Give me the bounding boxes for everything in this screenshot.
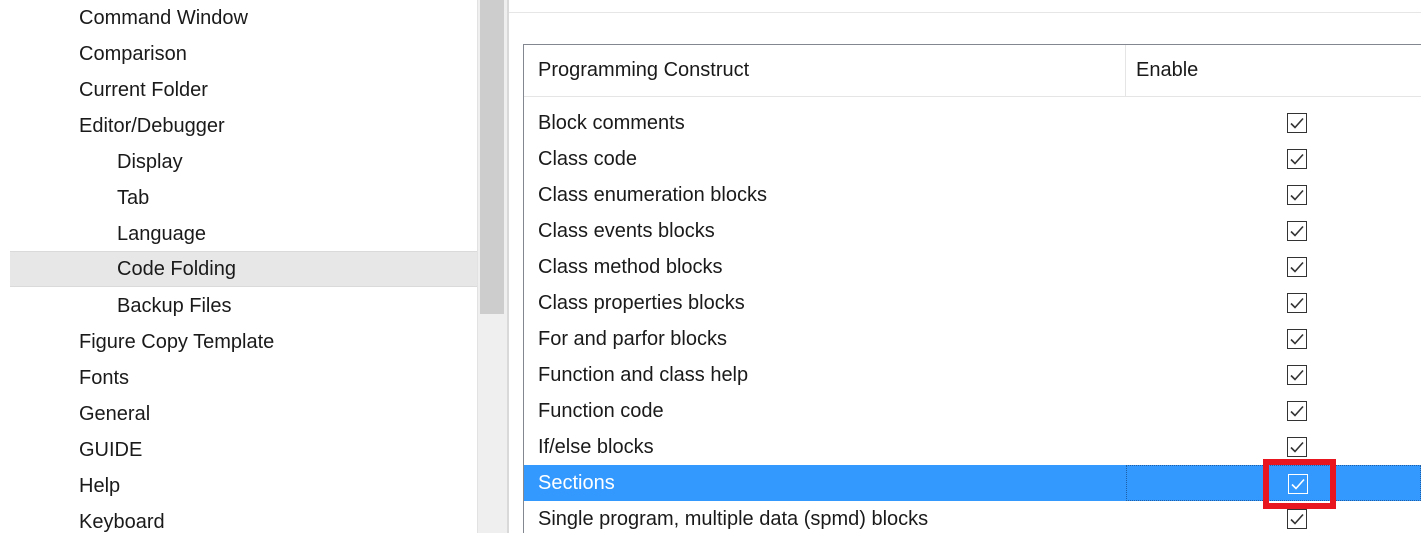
tree-item-language[interactable]: Language bbox=[10, 216, 477, 252]
table-row[interactable]: Class method blocks bbox=[524, 249, 1421, 285]
enable-checkbox[interactable] bbox=[1287, 293, 1307, 313]
checkmark-icon bbox=[1290, 441, 1304, 453]
checkmark-icon bbox=[1290, 405, 1304, 417]
construct-label: Block comments bbox=[538, 112, 685, 134]
enable-cell bbox=[1126, 213, 1421, 249]
enable-checkbox[interactable] bbox=[1287, 509, 1307, 529]
enable-cell bbox=[1126, 465, 1421, 501]
table-row[interactable]: If/else blocks bbox=[524, 429, 1421, 465]
preferences-tree: Command Window Comparison Current Folder… bbox=[0, 0, 477, 533]
enable-cell bbox=[1126, 177, 1421, 213]
table-row-selected[interactable]: Sections bbox=[524, 465, 1421, 501]
tree-scrollbar[interactable] bbox=[477, 0, 507, 533]
tree-item-general[interactable]: General bbox=[10, 396, 477, 432]
enable-checkbox[interactable] bbox=[1287, 221, 1307, 241]
tree-item-help[interactable]: Help bbox=[10, 468, 477, 504]
column-header-programming-construct[interactable]: Programming Construct bbox=[524, 45, 1126, 96]
enable-checkbox[interactable] bbox=[1287, 365, 1307, 385]
table-row[interactable]: Single program, multiple data (spmd) blo… bbox=[524, 501, 1421, 533]
enable-cell bbox=[1126, 429, 1421, 465]
construct-label: Class enumeration blocks bbox=[538, 184, 767, 206]
enable-cell bbox=[1126, 105, 1421, 141]
panel-top-strip bbox=[509, 0, 1421, 13]
enable-cell bbox=[1126, 357, 1421, 393]
enable-checkbox[interactable] bbox=[1287, 185, 1307, 205]
table-row[interactable]: Class properties blocks bbox=[524, 285, 1421, 321]
table-row[interactable]: Function code bbox=[524, 393, 1421, 429]
table-row[interactable]: Class code bbox=[524, 141, 1421, 177]
table-row[interactable]: Class events blocks bbox=[524, 213, 1421, 249]
enable-cell bbox=[1126, 321, 1421, 357]
checkmark-icon bbox=[1290, 297, 1304, 309]
table-row[interactable]: Class enumeration blocks bbox=[524, 177, 1421, 213]
enable-checkbox[interactable] bbox=[1287, 113, 1307, 133]
enable-checkbox[interactable] bbox=[1288, 474, 1308, 494]
enable-cell bbox=[1126, 501, 1421, 533]
construct-label: Class properties blocks bbox=[538, 292, 745, 314]
checkmark-icon bbox=[1290, 369, 1304, 381]
construct-label: Sections bbox=[538, 472, 615, 494]
tree-item-guide[interactable]: GUIDE bbox=[10, 432, 477, 468]
tree-item-display[interactable]: Display bbox=[10, 144, 477, 180]
tree-item-keyboard[interactable]: Keyboard bbox=[10, 504, 477, 533]
tree-item-editor-debugger[interactable]: Editor/Debugger bbox=[10, 108, 477, 144]
construct-label: Class method blocks bbox=[538, 256, 723, 278]
tree-item-code-folding[interactable]: Code Folding bbox=[10, 251, 477, 287]
enable-cell bbox=[1126, 285, 1421, 321]
enable-checkbox[interactable] bbox=[1287, 401, 1307, 421]
checkmark-icon bbox=[1290, 117, 1304, 129]
construct-label: If/else blocks bbox=[538, 436, 654, 458]
tree-item-command-window[interactable]: Command Window bbox=[10, 0, 477, 36]
table-row[interactable]: Function and class help bbox=[524, 357, 1421, 393]
enable-cell bbox=[1126, 249, 1421, 285]
checkmark-icon bbox=[1290, 261, 1304, 273]
tree-scrollbar-thumb[interactable] bbox=[480, 0, 504, 314]
construct-label: Single program, multiple data (spmd) blo… bbox=[538, 508, 929, 530]
enable-cell bbox=[1126, 393, 1421, 429]
checkmark-icon bbox=[1290, 225, 1304, 237]
construct-label: Function and class help bbox=[538, 364, 749, 386]
enable-checkbox[interactable] bbox=[1287, 149, 1307, 169]
construct-label: For and parfor blocks bbox=[538, 328, 727, 350]
code-folding-table: Programming Construct Enable Block comme… bbox=[523, 44, 1421, 533]
column-header-enable[interactable]: Enable bbox=[1126, 45, 1421, 96]
table-row[interactable]: Block comments bbox=[524, 105, 1421, 141]
enable-checkbox[interactable] bbox=[1287, 329, 1307, 349]
tree-item-fonts[interactable]: Fonts bbox=[10, 360, 477, 396]
tree-item-comparison[interactable]: Comparison bbox=[10, 36, 477, 72]
code-folding-panel: Programming Construct Enable Block comme… bbox=[509, 0, 1421, 533]
enable-checkbox[interactable] bbox=[1287, 257, 1307, 277]
enable-checkbox[interactable] bbox=[1287, 437, 1307, 457]
tree-item-current-folder[interactable]: Current Folder bbox=[10, 72, 477, 108]
construct-label: Function code bbox=[538, 400, 664, 422]
enable-cell bbox=[1126, 141, 1421, 177]
tree-item-tab[interactable]: Tab bbox=[10, 180, 477, 216]
construct-label: Class events blocks bbox=[538, 220, 715, 242]
checkmark-icon bbox=[1291, 478, 1305, 490]
checkmark-icon bbox=[1290, 189, 1304, 201]
preferences-window: Command Window Comparison Current Folder… bbox=[0, 0, 1421, 533]
checkmark-icon bbox=[1290, 153, 1304, 165]
tree-item-figure-copy-template[interactable]: Figure Copy Template bbox=[10, 324, 477, 360]
checkmark-icon bbox=[1290, 513, 1304, 525]
tree-item-backup-files[interactable]: Backup Files bbox=[10, 288, 477, 324]
table-row[interactable]: For and parfor blocks bbox=[524, 321, 1421, 357]
table-header: Programming Construct Enable bbox=[524, 45, 1421, 97]
checkmark-icon bbox=[1290, 333, 1304, 345]
construct-label: Class code bbox=[538, 148, 637, 170]
